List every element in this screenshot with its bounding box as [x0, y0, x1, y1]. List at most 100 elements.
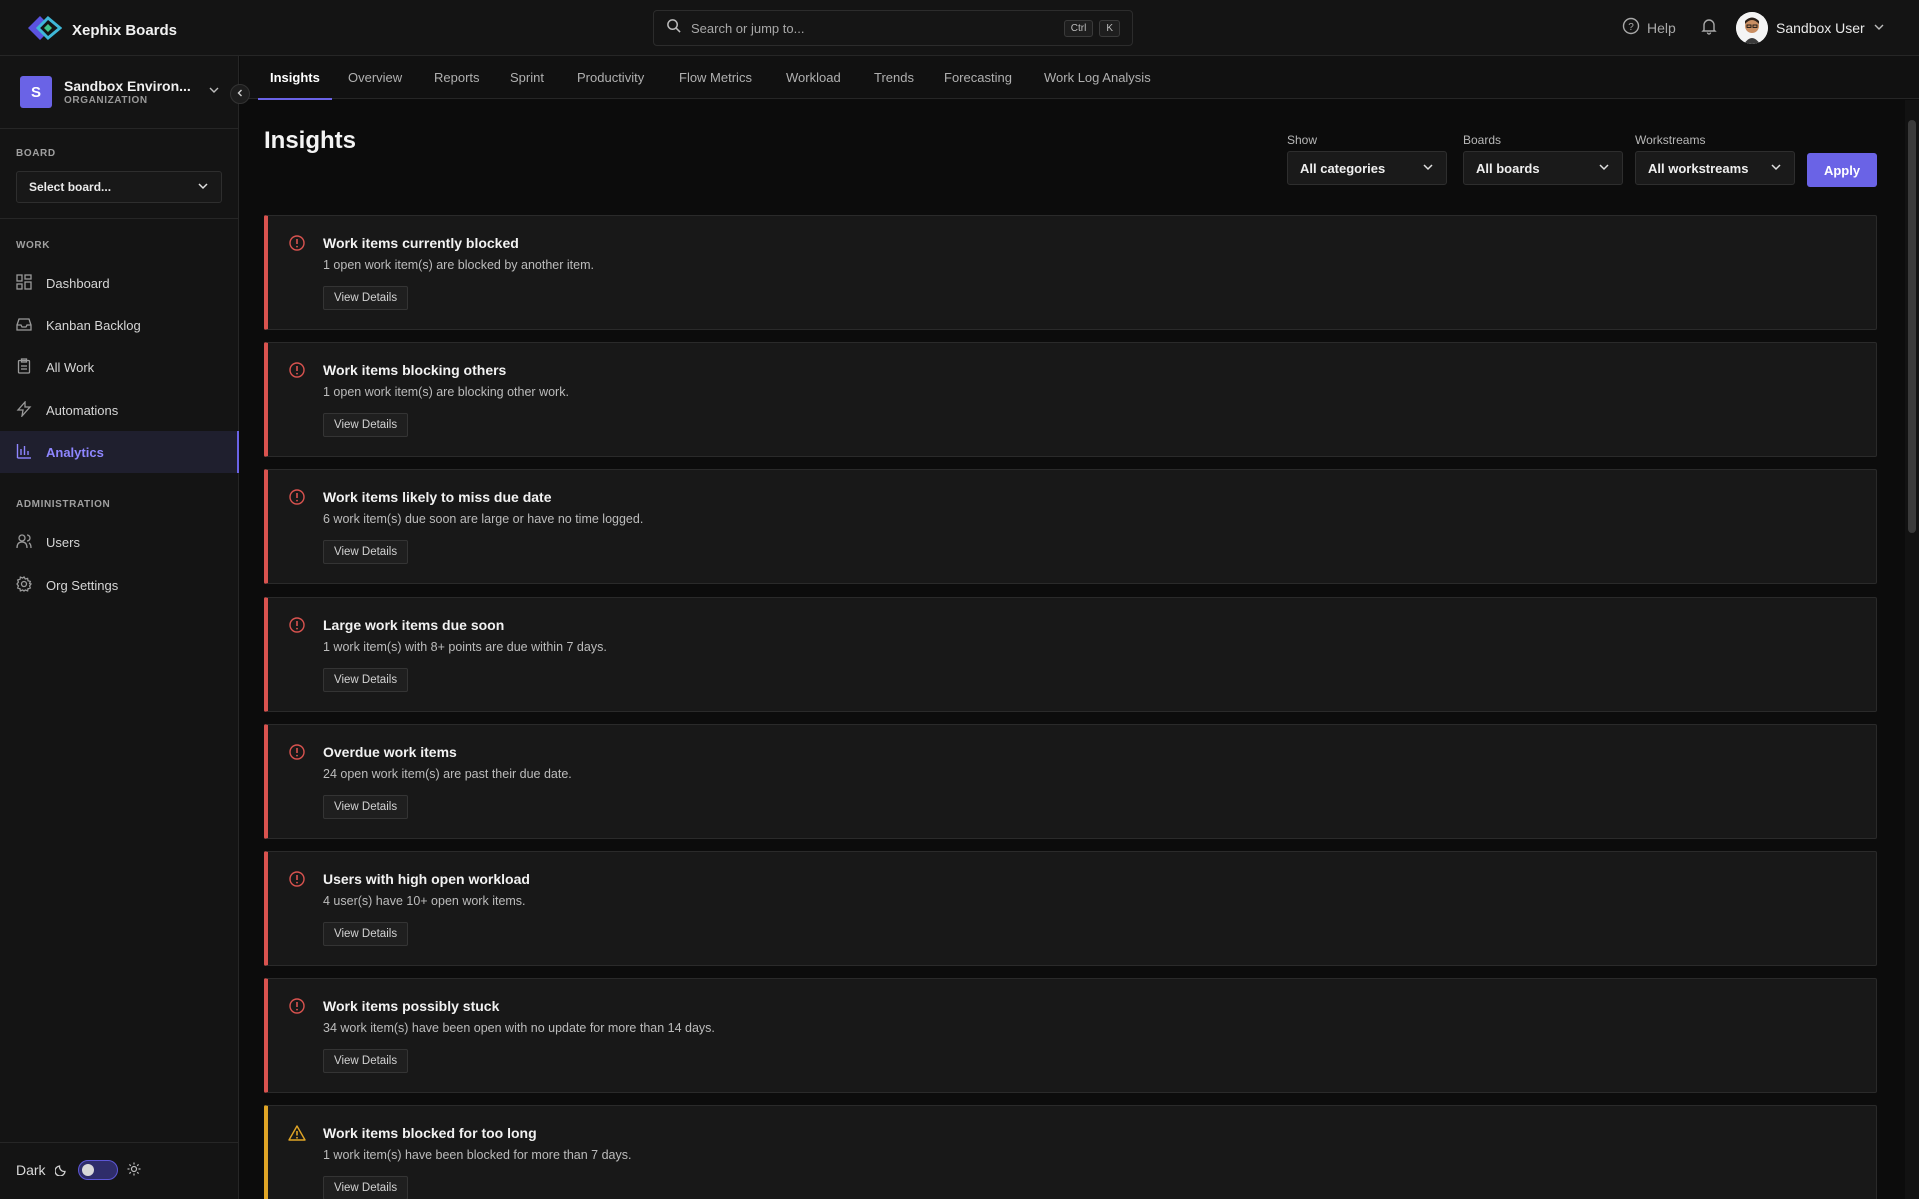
board-select-value: Select board... [29, 180, 112, 194]
tab-productivity[interactable]: Productivity [577, 56, 644, 99]
help-button[interactable]: ? Help [1622, 17, 1676, 38]
sidebar-item-dashboard[interactable]: Dashboard [0, 262, 239, 304]
insight-description: 24 open work item(s) are past their due … [323, 767, 572, 781]
gear-icon [16, 575, 33, 595]
view-details-button[interactable]: View Details [323, 286, 409, 310]
boards-filter: Boards All boards [1463, 133, 1623, 185]
chevron-down-icon [1770, 161, 1782, 176]
app-root: Xephix Boards Ctrl K ? Help [0, 0, 1919, 1199]
insight-title: Work items currently blocked [323, 235, 519, 251]
board-section-label: BOARD [16, 148, 56, 159]
lightning-icon [16, 399, 32, 420]
top-bar: Xephix Boards Ctrl K ? Help [0, 0, 1919, 56]
alert-circle-icon [288, 234, 306, 252]
scrollbar-thumb[interactable] [1908, 120, 1916, 533]
help-circle-icon: ? [1622, 17, 1640, 38]
chevron-down-icon [1873, 20, 1885, 36]
user-menu[interactable]: Sandbox User [1736, 12, 1885, 44]
sidebar-item-users[interactable]: Users [0, 521, 239, 563]
org-type: ORGANIZATION [64, 95, 148, 106]
tab-insights[interactable]: Insights [258, 56, 332, 100]
show-filter: Show All categories [1287, 133, 1447, 185]
sidebar-item-automations[interactable]: Automations [0, 389, 239, 431]
view-details-button[interactable]: View Details [323, 413, 409, 437]
insight-title: Large work items due soon [323, 617, 505, 633]
tab-sprint[interactable]: Sprint [510, 56, 544, 99]
insight-card: Work items blocking others 1 open work i… [264, 342, 1877, 457]
warning-triangle-icon [288, 1124, 306, 1142]
theme-toggle[interactable] [77, 1160, 118, 1180]
insight-description: 1 open work item(s) are blocking other w… [323, 385, 569, 399]
sidebar-item-label: All Work [46, 359, 95, 375]
apply-button[interactable]: Apply [1807, 153, 1877, 187]
sidebar-divider [0, 1142, 239, 1143]
insight-card: Work items blocked for too long 1 work i… [264, 1105, 1877, 1199]
boards-filter-select[interactable]: All boards [1463, 151, 1623, 185]
chevron-down-icon [1598, 161, 1610, 176]
view-details-button[interactable]: View Details [323, 1049, 409, 1073]
inbox-icon [16, 316, 32, 335]
search-input[interactable] [691, 20, 1058, 36]
bell-icon [1700, 19, 1718, 39]
sidebar-item-analytics[interactable]: Analytics [0, 431, 239, 473]
org-badge: S [20, 76, 52, 108]
moon-icon [53, 1162, 69, 1179]
tab-forecasting[interactable]: Forecasting [944, 56, 1012, 99]
view-details-button[interactable]: View Details [323, 1176, 409, 1199]
notifications-button[interactable] [1700, 17, 1718, 40]
shortcut-ctrl: Ctrl [1063, 19, 1094, 37]
collapse-sidebar-button[interactable] [230, 84, 250, 104]
sidebar-item-kanban-backlog[interactable]: Kanban Backlog [0, 304, 239, 346]
chart-icon [16, 443, 32, 462]
sidebar: S Sandbox Environ... ORGANIZATION BOARD … [0, 56, 239, 1199]
insight-card: Large work items due soon 1 work item(s)… [264, 597, 1877, 712]
chevron-down-icon [208, 83, 220, 101]
workstreams-filter-select[interactable]: All workstreams [1635, 151, 1795, 185]
alert-circle-icon [288, 870, 306, 888]
org-switcher[interactable]: S Sandbox Environ... ORGANIZATION [20, 76, 220, 108]
boards-filter-value: All boards [1476, 160, 1540, 176]
page-title: Insights [264, 127, 357, 154]
sidebar-item-label: Analytics [46, 444, 104, 460]
tab-flow-metrics[interactable]: Flow Metrics [679, 56, 752, 99]
show-filter-value: All categories [1300, 160, 1386, 176]
search-icon [666, 18, 681, 38]
tab-workload[interactable]: Workload [786, 56, 841, 99]
sidebar-item-all-work[interactable]: All Work [0, 346, 239, 388]
tab-trends[interactable]: Trends [874, 56, 914, 99]
insight-title: Users with high open workload [323, 871, 530, 887]
chevron-down-icon [1422, 161, 1434, 176]
svg-text:?: ? [1628, 22, 1634, 33]
insight-description: 4 user(s) have 10+ open work items. [323, 894, 526, 908]
workstreams-filter-value: All workstreams [1648, 160, 1749, 176]
board-select[interactable]: Select board... [16, 171, 222, 203]
org-name: Sandbox Environ... [64, 78, 191, 94]
sidebar-item-org-settings[interactable]: Org Settings [0, 564, 239, 606]
view-details-button[interactable]: View Details [323, 668, 409, 692]
insight-description: 1 work item(s) with 8+ points are due wi… [323, 640, 607, 654]
work-section-label: WORK [16, 240, 51, 251]
avatar [1736, 12, 1768, 44]
view-details-button[interactable]: View Details [323, 540, 409, 564]
tab-reports[interactable]: Reports [434, 56, 480, 99]
main-scrollbar[interactable] [1905, 100, 1919, 1199]
view-details-button[interactable]: View Details [323, 795, 409, 819]
dashboard-icon [16, 273, 32, 293]
alert-circle-icon [288, 361, 306, 379]
chevron-left-icon [235, 85, 245, 103]
tab-work-log-analysis[interactable]: Work Log Analysis [1044, 56, 1151, 99]
sidebar-item-label: Automations [46, 402, 119, 418]
sidebar-divider [0, 128, 239, 129]
brand[interactable]: Xephix Boards [26, 13, 177, 48]
alert-circle-icon [288, 743, 306, 761]
shortcut-k: K [1099, 19, 1120, 37]
view-details-button[interactable]: View Details [323, 922, 409, 946]
theme-switcher: Dark [16, 1160, 141, 1180]
user-name: Sandbox User [1776, 20, 1865, 36]
search-bar[interactable]: Ctrl K [653, 10, 1133, 46]
show-filter-select[interactable]: All categories [1287, 151, 1447, 185]
chevron-down-icon [197, 180, 209, 195]
insight-description: 1 work item(s) have been blocked for mor… [323, 1148, 632, 1162]
tab-overview[interactable]: Overview [348, 56, 402, 99]
alert-circle-icon [288, 488, 306, 506]
